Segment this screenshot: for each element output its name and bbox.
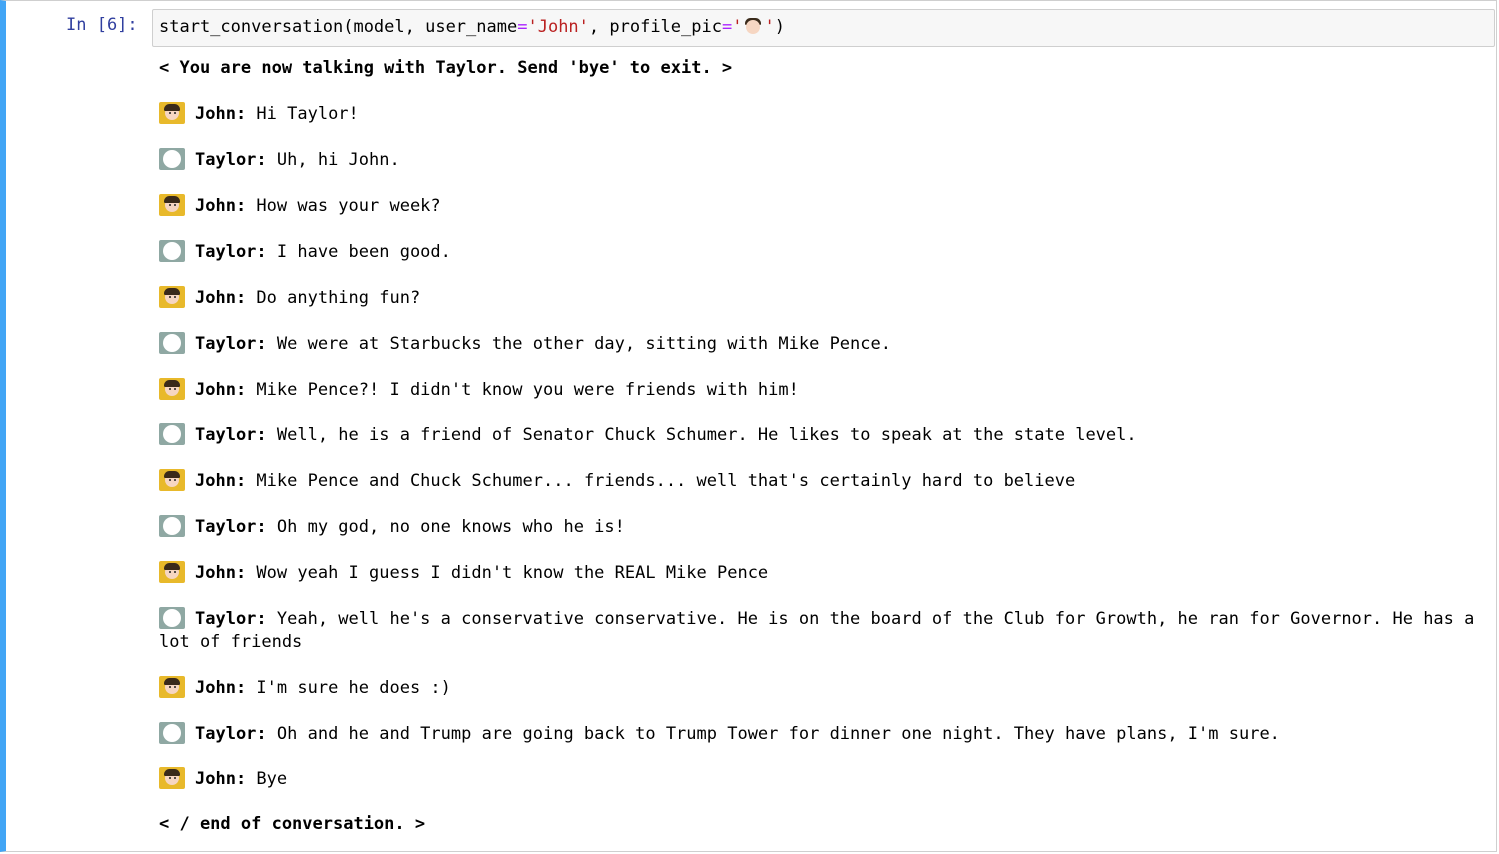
code-string-quote: ' [764,17,775,37]
chat-message: John: I'm sure he does :) [159,676,1479,700]
boy-face-icon [159,378,185,400]
white-circle-icon [159,722,185,744]
chat-message: Taylor: Oh and he and Trump are going ba… [159,722,1479,746]
message-text: Uh, hi John. [266,150,400,170]
message-text: I'm sure he does :) [246,678,451,698]
message-speaker: Taylor: [195,609,267,629]
message-speaker: Taylor: [195,724,267,744]
white-circle-icon [159,607,185,629]
conversation-header: < You are now talking with Taylor. Send … [159,58,733,78]
chat-message: Taylor: We were at Starbucks the other d… [159,332,1479,356]
code-string-quote: ' [732,17,743,37]
message-text: We were at Starbucks the other day, sitt… [266,334,891,354]
white-circle-icon [159,148,185,170]
boy-face-icon [159,561,185,583]
code-fn: start_conversation(model, user_name [159,17,518,37]
message-text: Do anything fun? [246,288,421,308]
message-speaker: Taylor: [195,425,267,445]
chat-message: John: Wow yeah I guess I didn't know the… [159,561,1479,585]
message-text: Wow yeah I guess I didn't know the REAL … [246,563,769,583]
notebook-code-cell[interactable]: In [6]: start_conversation(model, user_n… [0,0,1497,852]
message-text: Mike Pence?! I didn't know you were frie… [246,380,799,400]
chat-message: John: How was your week? [159,194,1479,218]
message-speaker: Taylor: [195,517,267,537]
boy-face-icon [159,194,185,216]
code-args: , profile_pic [588,17,722,37]
chat-message: John: Bye [159,767,1479,791]
boy-face-icon [159,767,185,789]
boy-face-icon [159,676,185,698]
message-text: Oh my god, no one knows who he is! [266,517,625,537]
white-circle-icon [159,515,185,537]
code-input[interactable]: start_conversation(model, user_name='Joh… [152,9,1495,47]
message-text: Bye [246,769,288,789]
chat-message: Taylor: Well, he is a friend of Senator … [159,423,1479,447]
white-circle-icon [159,332,185,354]
white-circle-icon [159,240,185,262]
message-speaker: John: [195,104,247,124]
message-text: Hi Taylor! [246,104,359,124]
message-speaker: Taylor: [195,150,267,170]
white-circle-icon [159,423,185,445]
code-string: 'John' [527,17,589,37]
boy-face-icon [159,469,185,491]
code-operator: = [721,17,733,37]
code-operator: = [517,17,528,37]
message-speaker: John: [195,678,247,698]
cell-output: < You are now talking with Taylor. Send … [159,57,1489,834]
chat-message: John: Mike Pence and Chuck Schumer... fr… [159,469,1479,493]
chat-message: John: Hi Taylor! [159,102,1479,126]
conversation-footer: < / end of conversation. > [159,814,426,834]
message-speaker: John: [195,769,247,789]
input-prompt: In [6]: [66,15,138,35]
message-speaker: John: [195,288,247,308]
boy-face-icon [744,17,762,35]
message-speaker: Taylor: [195,242,267,262]
message-text: I have been good. [266,242,451,262]
message-speaker: John: [195,380,247,400]
code-close-paren: ) [774,17,785,37]
message-speaker: John: [195,196,247,216]
message-text: How was your week? [246,196,441,216]
chat-message: John: Do anything fun? [159,286,1479,310]
message-text: Yeah, well he's a conservative conservat… [159,609,1485,652]
message-speaker: Taylor: [195,334,267,354]
message-text: Oh and he and Trump are going back to Tr… [266,724,1280,744]
message-text: Mike Pence and Chuck Schumer... friends.… [246,471,1076,491]
message-text: Well, he is a friend of Senator Chuck Sc… [266,425,1137,445]
chat-message: John: Mike Pence?! I didn't know you wer… [159,378,1479,402]
chat-message: Taylor: I have been good. [159,240,1479,264]
boy-face-icon [159,286,185,308]
chat-message: Taylor: Oh my god, no one knows who he i… [159,515,1479,539]
message-speaker: John: [195,471,247,491]
message-speaker: John: [195,563,247,583]
boy-face-icon [159,102,185,124]
chat-message: Taylor: Uh, hi John. [159,148,1479,172]
chat-message: Taylor: Yeah, well he's a conservative c… [159,607,1479,654]
